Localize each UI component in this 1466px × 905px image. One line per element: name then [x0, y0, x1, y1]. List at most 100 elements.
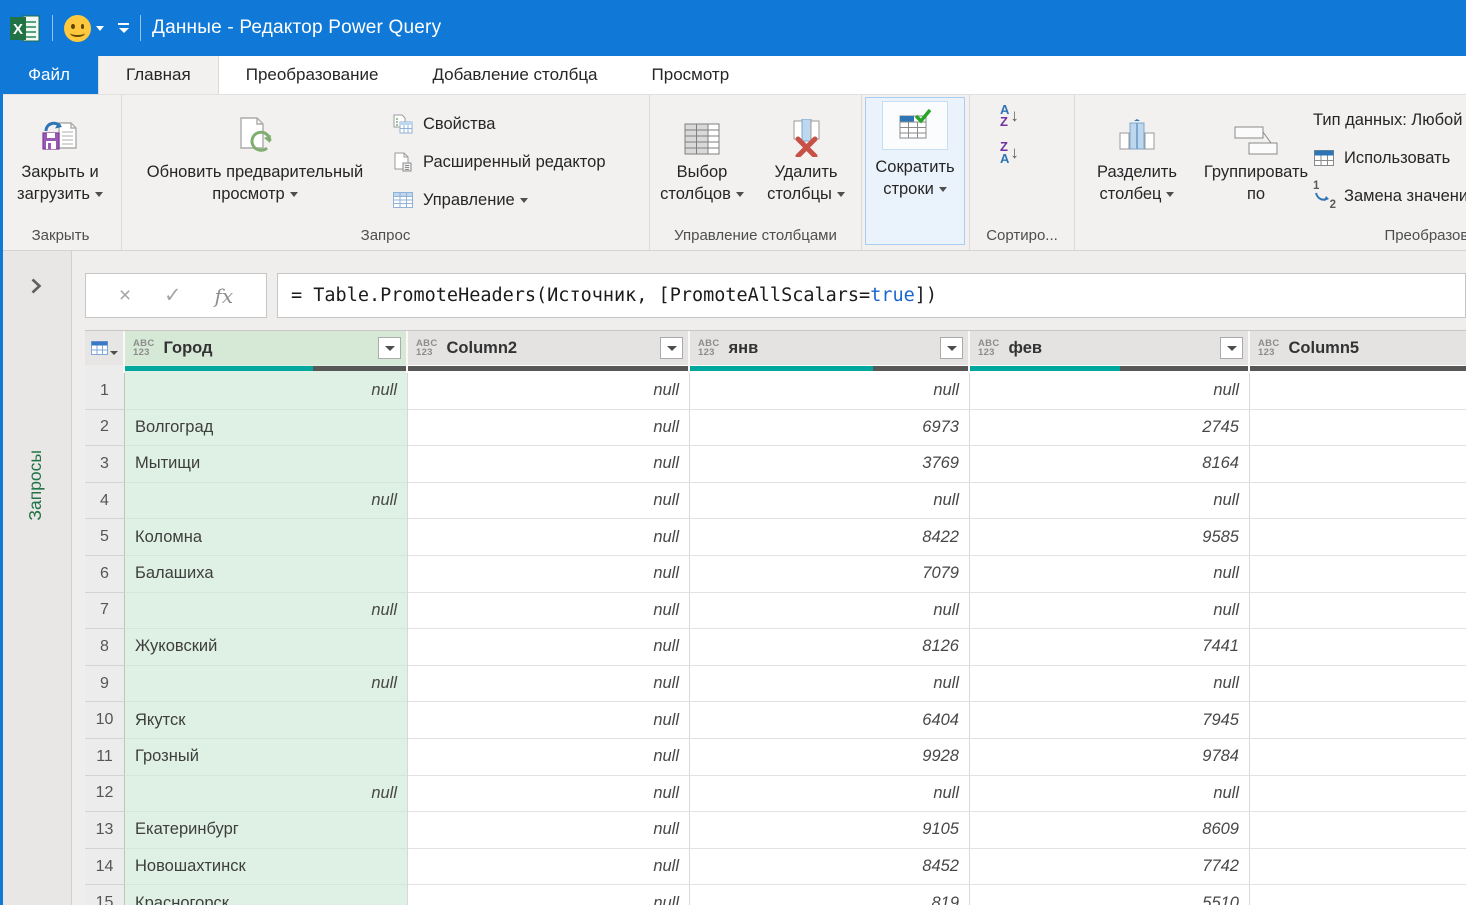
use-first-row-button[interactable]: Использовать — [1313, 139, 1466, 177]
row-number[interactable]: 3 — [85, 446, 125, 483]
table-cell[interactable] — [1250, 446, 1466, 483]
table-cell[interactable]: 819 — [690, 885, 970, 905]
accept-formula-icon[interactable]: ✓ — [164, 283, 182, 308]
column-header-2[interactable]: ABC123янв — [690, 331, 970, 365]
column-type-icon[interactable]: ABC123 — [133, 339, 154, 357]
table-cell[interactable]: 9585 — [970, 519, 1250, 556]
table-cell[interactable]: null — [970, 483, 1250, 520]
close-and-load-button[interactable]: Закрыть и загрузить — [0, 99, 120, 219]
table-cell[interactable]: null — [125, 593, 408, 630]
row-number[interactable]: 5 — [85, 519, 125, 556]
table-cell[interactable] — [1250, 739, 1466, 776]
advanced-editor-button[interactable]: Расширенный редактор — [392, 143, 606, 181]
table-cell[interactable]: 5510 — [970, 885, 1250, 905]
table-cell[interactable]: null — [125, 373, 408, 410]
table-cell[interactable]: null — [125, 483, 408, 520]
table-cell[interactable]: null — [408, 519, 690, 556]
tab-0[interactable]: Главная — [98, 56, 219, 94]
refresh-preview-button[interactable]: Обновить предварительный просмотр — [122, 99, 388, 219]
tab-1[interactable]: Преобразование — [219, 56, 406, 94]
row-number[interactable]: 2 — [85, 410, 125, 447]
table-cell[interactable]: Коломна — [125, 519, 408, 556]
table-cell[interactable] — [1250, 629, 1466, 666]
column-header-4[interactable]: ABC123Column5 — [1250, 331, 1466, 365]
table-cell[interactable] — [1250, 666, 1466, 703]
table-cell[interactable] — [1250, 410, 1466, 447]
table-cell[interactable] — [1250, 776, 1466, 813]
tab-file[interactable]: Файл — [0, 56, 98, 94]
table-cell[interactable] — [1250, 483, 1466, 520]
table-cell[interactable]: Мытищи — [125, 446, 408, 483]
table-cell[interactable]: 7742 — [970, 849, 1250, 886]
reduce-rows-button[interactable]: Сократить строки — [865, 97, 965, 245]
filter-dropdown-button[interactable] — [940, 337, 963, 359]
smiley-feedback-icon[interactable] — [64, 15, 104, 42]
group-by-button[interactable]: Группировать по — [1193, 99, 1319, 219]
table-cell[interactable]: Жуковский — [125, 629, 408, 666]
column-header-3[interactable]: ABC123фев — [970, 331, 1250, 365]
cancel-formula-icon[interactable]: × — [119, 284, 131, 308]
table-corner-cell[interactable] — [85, 331, 125, 365]
column-type-icon[interactable]: ABC123 — [1258, 339, 1279, 357]
table-cell[interactable]: 8452 — [690, 849, 970, 886]
replace-values-button[interactable]: 1 2 Замена значений — [1313, 177, 1466, 215]
table-cell[interactable]: null — [408, 666, 690, 703]
row-number[interactable]: 4 — [85, 483, 125, 520]
table-cell[interactable]: 9928 — [690, 739, 970, 776]
table-cell[interactable]: null — [408, 739, 690, 776]
table-cell[interactable]: 7079 — [690, 556, 970, 593]
table-cell[interactable] — [1250, 812, 1466, 849]
row-number[interactable]: 12 — [85, 776, 125, 813]
remove-columns-button[interactable]: Удалить столбцы — [754, 99, 858, 219]
table-cell[interactable]: null — [970, 776, 1250, 813]
row-number[interactable]: 13 — [85, 812, 125, 849]
table-cell[interactable]: 7441 — [970, 629, 1250, 666]
table-cell[interactable] — [1250, 519, 1466, 556]
table-cell[interactable]: null — [408, 629, 690, 666]
fx-icon[interactable]: fx — [214, 284, 233, 308]
table-cell[interactable]: null — [690, 593, 970, 630]
table-cell[interactable]: null — [408, 593, 690, 630]
table-cell[interactable]: null — [125, 666, 408, 703]
row-number[interactable]: 1 — [85, 373, 125, 410]
table-cell[interactable]: null — [408, 556, 690, 593]
table-cell[interactable]: null — [690, 776, 970, 813]
table-cell[interactable]: null — [408, 776, 690, 813]
table-cell[interactable]: null — [125, 776, 408, 813]
table-cell[interactable]: 8164 — [970, 446, 1250, 483]
row-number[interactable]: 11 — [85, 739, 125, 776]
table-cell[interactable]: 7945 — [970, 702, 1250, 739]
table-cell[interactable]: Балашиха — [125, 556, 408, 593]
table-cell[interactable] — [1250, 593, 1466, 630]
table-cell[interactable]: null — [408, 849, 690, 886]
column-header-0[interactable]: ABC123Город — [125, 331, 408, 365]
table-cell[interactable] — [1250, 849, 1466, 886]
table-cell[interactable]: Грозный — [125, 739, 408, 776]
row-number[interactable]: 10 — [85, 702, 125, 739]
table-cell[interactable]: 2745 — [970, 410, 1250, 447]
column-type-icon[interactable]: ABC123 — [416, 339, 437, 357]
customize-quick-access-icon[interactable] — [104, 23, 129, 33]
table-cell[interactable]: null — [690, 483, 970, 520]
table-cell[interactable] — [1250, 702, 1466, 739]
table-cell[interactable]: Новошахтинск — [125, 849, 408, 886]
table-cell[interactable]: 9784 — [970, 739, 1250, 776]
table-cell[interactable]: 9105 — [690, 812, 970, 849]
table-cell[interactable]: 8609 — [970, 812, 1250, 849]
table-cell[interactable]: null — [690, 373, 970, 410]
table-cell[interactable]: null — [408, 483, 690, 520]
table-cell[interactable]: null — [408, 410, 690, 447]
table-cell[interactable]: null — [690, 666, 970, 703]
table-cell[interactable]: null — [408, 885, 690, 905]
split-column-button[interactable]: Разделить столбец — [1081, 99, 1193, 219]
filter-dropdown-button[interactable] — [1220, 337, 1243, 359]
sort-ascending-button[interactable]: AZ ↓ — [1000, 100, 1074, 132]
column-type-icon[interactable]: ABC123 — [978, 339, 999, 357]
expand-pane-chevron-icon[interactable] — [30, 277, 42, 300]
tab-3[interactable]: Просмотр — [625, 56, 757, 94]
queries-pane-label[interactable]: Запросы — [25, 450, 46, 521]
column-header-1[interactable]: ABC123Column2 — [408, 331, 690, 365]
table-cell[interactable]: 6404 — [690, 702, 970, 739]
excel-app-icon[interactable]: X — [10, 14, 41, 43]
table-cell[interactable]: Волгоград — [125, 410, 408, 447]
